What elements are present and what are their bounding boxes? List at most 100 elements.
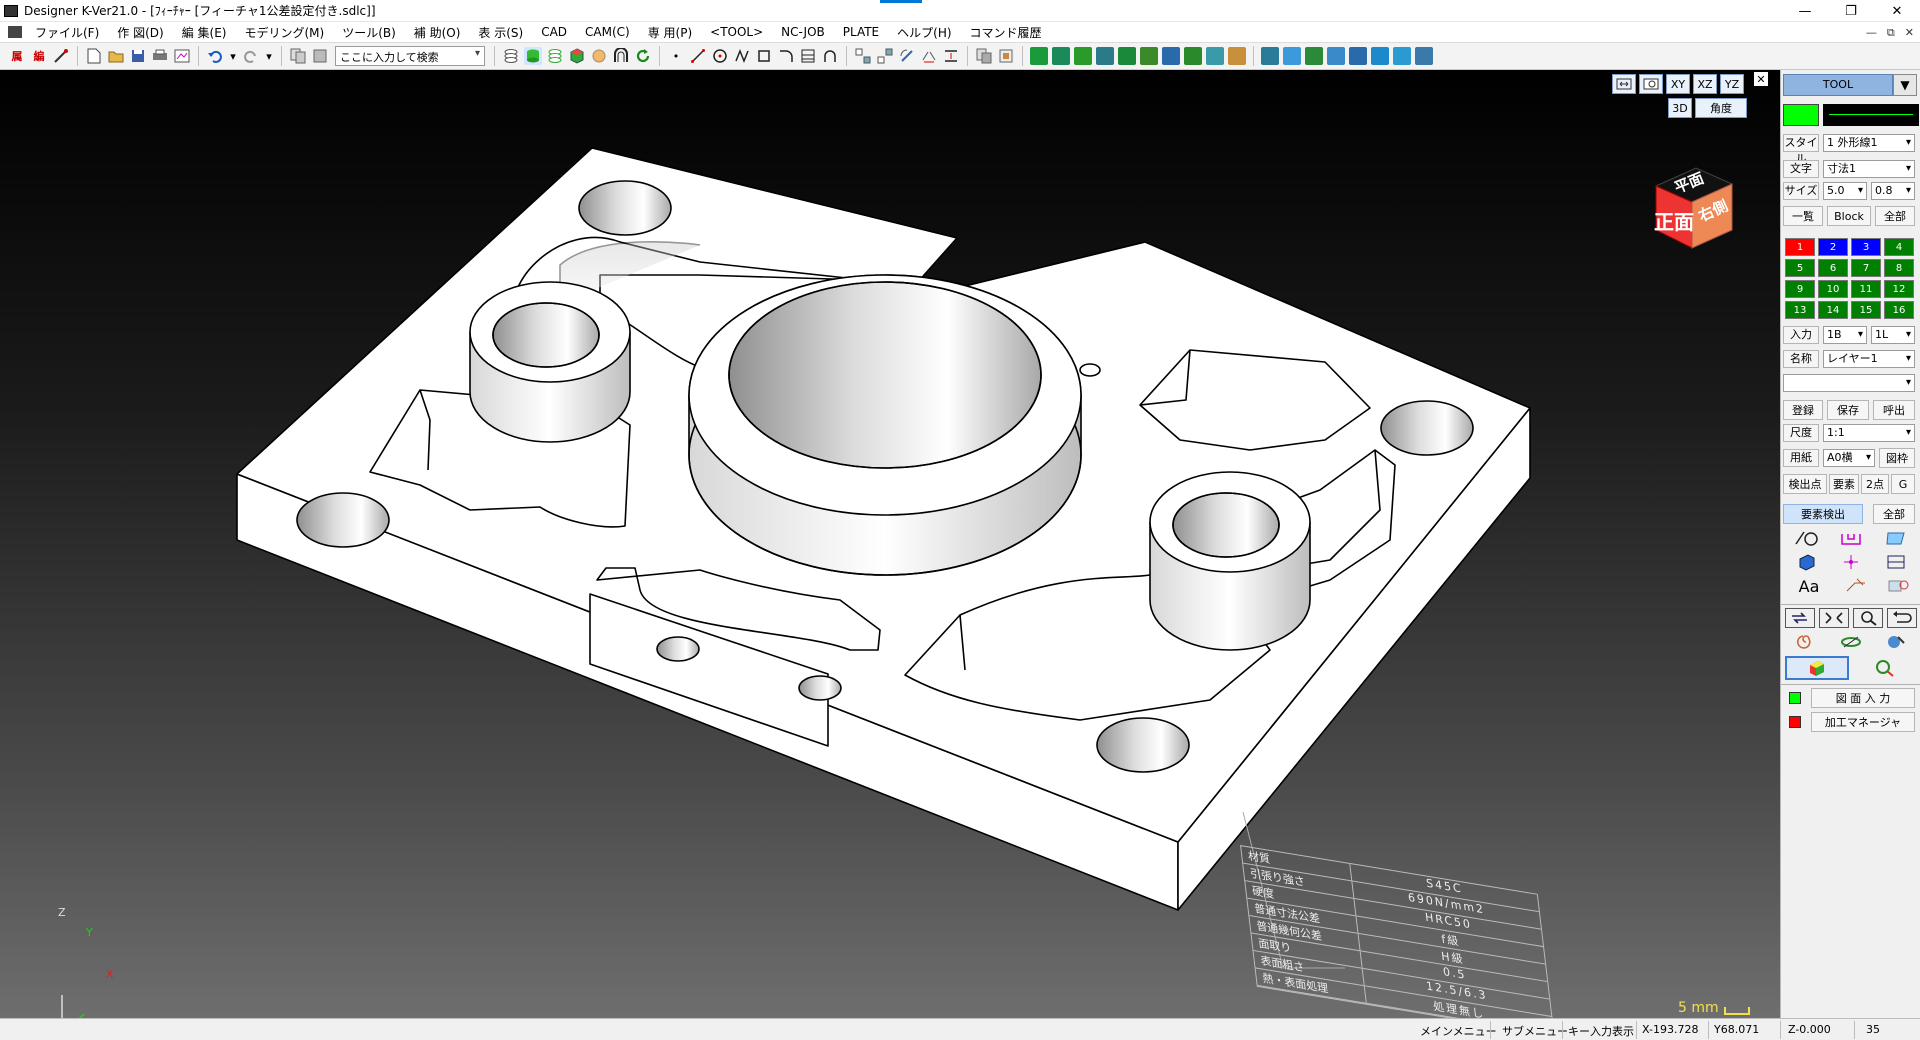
convert-icon[interactable] <box>1785 608 1815 628</box>
nc-table-icon[interactable] <box>1162 47 1180 65</box>
size-select-2[interactable]: 0.8 <box>1871 182 1915 200</box>
nc-chamfer-icon[interactable] <box>1140 47 1158 65</box>
line-circle-icon[interactable] <box>1791 528 1821 548</box>
paper-select[interactable]: A0横 <box>1823 449 1875 467</box>
mdi-close-button[interactable]: ✕ <box>1905 26 1914 39</box>
revolve-icon[interactable] <box>1881 632 1911 652</box>
menu-modeling[interactable]: モデリング(M) <box>235 24 333 41</box>
color-solid-icon[interactable] <box>1785 656 1849 680</box>
tool-d-icon[interactable] <box>1327 47 1345 65</box>
solid-color-icon[interactable] <box>568 47 586 65</box>
layer-paste-icon[interactable] <box>311 47 329 65</box>
view-cube[interactable]: 平面 正面 右側 <box>1650 160 1734 253</box>
group-a-icon[interactable] <box>975 47 993 65</box>
tool-e-icon[interactable] <box>1349 47 1367 65</box>
layer-button[interactable]: 6 <box>1818 259 1848 277</box>
view-angle-button[interactable]: 角度 <box>1695 98 1747 118</box>
menu-file[interactable]: ファイル(F) <box>26 24 108 41</box>
mirror-icon[interactable] <box>920 47 938 65</box>
menu-tool[interactable]: ツール(B) <box>333 24 405 41</box>
spline-icon[interactable] <box>733 47 751 65</box>
mdi-minimize-button[interactable]: — <box>1866 26 1877 39</box>
input-select-2[interactable]: 1L <box>1871 326 1915 344</box>
detect-point-button[interactable]: 検出点 <box>1783 474 1827 494</box>
layer-button[interactable]: 1 <box>1785 238 1815 256</box>
dimension-icon[interactable] <box>1881 552 1911 572</box>
profile-icon[interactable] <box>1836 528 1866 548</box>
layer-button[interactable]: 8 <box>1884 259 1914 277</box>
layer-extra-select[interactable] <box>1783 374 1915 392</box>
copy-elem-icon[interactable] <box>876 47 894 65</box>
panel-dropdown-icon[interactable]: ▼ <box>1893 74 1917 96</box>
zoom-view-button[interactable] <box>1639 74 1663 94</box>
style-select[interactable]: 1 外形線1 <box>1823 134 1915 152</box>
circle-icon[interactable] <box>711 47 729 65</box>
tool-h-icon[interactable] <box>1415 47 1433 65</box>
recall-button[interactable]: 呼出 <box>1873 400 1915 420</box>
view-3d-button[interactable]: 3D <box>1668 98 1692 118</box>
tool-b-icon[interactable] <box>1283 47 1301 65</box>
view-yz-button[interactable]: YZ <box>1720 74 1744 94</box>
menu-plate[interactable]: PLATE <box>834 25 888 39</box>
line-icon[interactable] <box>689 47 707 65</box>
arc-icon[interactable] <box>821 47 839 65</box>
layer-button[interactable]: 9 <box>1785 280 1815 298</box>
layer-button[interactable]: 16 <box>1884 301 1914 319</box>
text-style-select[interactable]: 寸法1 <box>1823 160 1915 178</box>
save-icon[interactable] <box>129 47 147 65</box>
line-preview[interactable] <box>1823 104 1919 126</box>
element-all-button[interactable]: 全部 <box>1873 504 1915 524</box>
leader-icon[interactable] <box>1841 576 1871 596</box>
tool-a-icon[interactable] <box>1261 47 1279 65</box>
maximize-button[interactable]: ❐ <box>1828 0 1874 22</box>
rectangle-icon[interactable] <box>755 47 773 65</box>
spiral-icon[interactable] <box>1791 632 1821 652</box>
undo-icon[interactable] <box>206 47 224 65</box>
surface-icon[interactable] <box>1881 528 1911 548</box>
layer-button[interactable]: 2 <box>1818 238 1848 256</box>
redo-dropdown-icon[interactable]: ▾ <box>264 47 274 65</box>
current-color-swatch[interactable] <box>1783 104 1819 126</box>
element-detect-button[interactable]: 要素検出 <box>1783 504 1863 524</box>
close-button[interactable]: ✕ <box>1874 0 1920 22</box>
tool-m-icon[interactable] <box>1393 47 1411 65</box>
nc-code-icon[interactable] <box>1184 47 1202 65</box>
layer-stack-icon[interactable] <box>502 47 520 65</box>
menu-cad[interactable]: CAD <box>532 25 576 39</box>
layer-button[interactable]: 4 <box>1884 238 1914 256</box>
tool-c-icon[interactable] <box>1305 47 1323 65</box>
undo-dropdown-icon[interactable]: ▾ <box>228 47 238 65</box>
status-main-menu[interactable]: メインメニュー <box>1420 1023 1497 1039</box>
layer-green-icon[interactable] <box>524 47 542 65</box>
nc-stock-icon[interactable] <box>1228 47 1246 65</box>
frame-button[interactable]: 図枠 <box>1879 448 1915 468</box>
layer-button[interactable]: 15 <box>1851 301 1881 319</box>
refresh-icon[interactable] <box>634 47 652 65</box>
cam-manager-button[interactable]: 加工マネージャ <box>1811 712 1915 732</box>
detect-element-button[interactable]: 要素 <box>1829 474 1859 494</box>
nc-drill-icon[interactable] <box>1052 47 1070 65</box>
input-select[interactable]: 1B <box>1823 326 1867 344</box>
status-sub-menu[interactable]: サブメニュー <box>1502 1023 1568 1039</box>
wand-icon[interactable] <box>52 47 70 65</box>
status-key-input[interactable]: キー入力表示 <box>1568 1023 1634 1039</box>
hatch-icon[interactable] <box>799 47 817 65</box>
all-layers-button[interactable]: 全部 <box>1875 206 1915 226</box>
menu-draw[interactable]: 作 図(D) <box>108 24 172 41</box>
tool-fs-icon[interactable] <box>1371 47 1389 65</box>
plot-icon[interactable] <box>173 47 191 65</box>
nc-simulate-icon[interactable] <box>1206 47 1224 65</box>
magnify-icon[interactable] <box>1853 608 1883 628</box>
list-button[interactable]: 一覧 <box>1783 206 1823 226</box>
menu-cam[interactable]: CAM(C) <box>576 25 639 39</box>
attribute-icon[interactable]: 属 <box>8 47 26 65</box>
menu-view[interactable]: 表 示(S) <box>469 24 532 41</box>
layer-name-select[interactable]: レイヤー1 <box>1823 350 1915 368</box>
move-icon[interactable] <box>854 47 872 65</box>
nc-surface-icon[interactable] <box>1118 47 1136 65</box>
3d-viewport[interactable]: 材質 S45C 引張り強さ 690N/mm2 硬度 HRC50 普通寸法公差 f級 普通幾何公差… <box>0 70 1780 1018</box>
symbol-icon[interactable] <box>1883 576 1913 596</box>
edit-attribute-icon[interactable]: 編 <box>30 47 48 65</box>
menu-help[interactable]: ヘルプ(H) <box>888 24 960 41</box>
group-b-icon[interactable] <box>997 47 1015 65</box>
